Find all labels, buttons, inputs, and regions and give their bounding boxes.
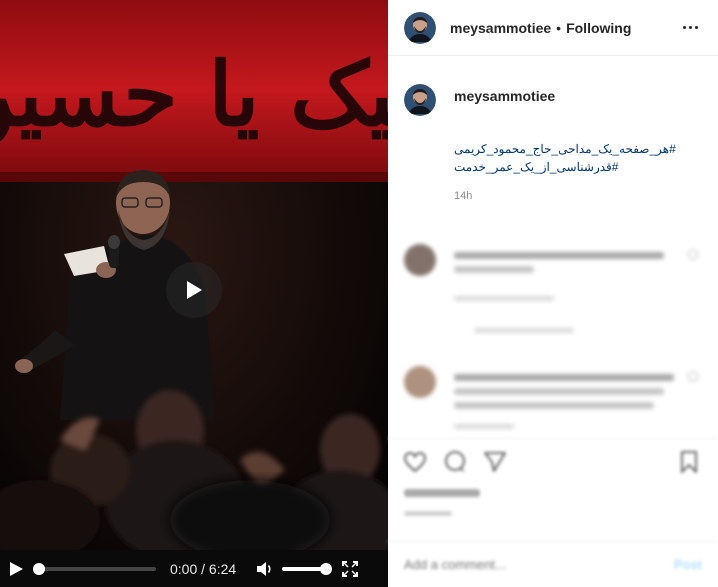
time-display: 0:00 / 6:24 — [170, 561, 236, 577]
following-button[interactable]: Following — [566, 20, 631, 36]
comment-item — [404, 366, 702, 436]
post-timestamp[interactable]: 14h — [454, 190, 704, 202]
comment-text — [454, 374, 674, 381]
play-overlay-button[interactable] — [166, 262, 222, 318]
post-actions — [388, 438, 718, 516]
current-time: 0:00 — [170, 560, 198, 577]
heart-icon[interactable] — [688, 372, 698, 381]
avatar[interactable] — [404, 11, 436, 44]
fullscreen-button[interactable] — [342, 560, 359, 577]
bookmark-icon — [681, 451, 697, 473]
volume-slider[interactable] — [282, 562, 333, 575]
post-panel: meysammotiee • Following meysammotiee #ه… — [388, 0, 718, 587]
hashtag-link[interactable]: #هر_صفحه_یک_مداحی_حاج_محمود_کریمی — [454, 140, 704, 158]
comment-text — [454, 252, 664, 259]
comment-avatar[interactable] — [404, 366, 436, 398]
caption-hashtags: #هر_صفحه_یک_مداحی_حاج_محمود_کریمی #قدرشن… — [454, 140, 704, 176]
avatar-image — [404, 11, 436, 44]
banner-text: لبیک یا حسین — [0, 42, 388, 148]
hashtag-link[interactable]: #قدرشناسی_از_یک_عمر_خدمت — [454, 158, 704, 176]
header-username[interactable]: meysammotiee — [450, 20, 551, 36]
comment-input[interactable] — [404, 557, 674, 572]
post-header: meysammotiee • Following — [388, 0, 718, 56]
share-button[interactable] — [482, 449, 508, 475]
caption: meysammotiee #هر_صفحه_یک_مداحی_حاج_محمود… — [404, 84, 704, 202]
share-plane-icon — [484, 452, 506, 472]
post-date — [404, 511, 452, 516]
add-comment-bar: Post — [388, 541, 718, 587]
play-icon — [187, 281, 202, 299]
progress-handle[interactable] — [33, 562, 45, 575]
comment-bubble-icon — [445, 451, 465, 472]
likes-count[interactable] — [404, 489, 480, 497]
play-icon — [10, 561, 23, 576]
caption-avatar[interactable] — [404, 84, 436, 116]
post-comment-button[interactable]: Post — [674, 557, 702, 572]
volume-handle[interactable] — [320, 562, 333, 575]
video-controls: 0:00 / 6:24 — [0, 550, 388, 587]
comment-text — [454, 266, 534, 273]
progress-slider[interactable] — [33, 562, 156, 575]
comment-meta — [454, 424, 514, 429]
comment-button[interactable] — [442, 449, 468, 475]
save-button[interactable] — [676, 449, 702, 475]
caption-username[interactable]: meysammotiee — [454, 88, 555, 104]
more-horizontal-icon — [683, 26, 686, 29]
comment-meta — [454, 296, 554, 301]
fullscreen-icon — [342, 560, 359, 577]
video-player[interactable]: لبیک یا حسین — [0, 0, 388, 587]
duration: 6:24 — [208, 560, 237, 577]
view-replies[interactable] — [474, 328, 574, 333]
mute-button[interactable] — [256, 561, 274, 577]
heart-icon — [404, 452, 426, 473]
avatar-image — [404, 84, 436, 116]
comment-avatar[interactable] — [404, 244, 436, 276]
more-options-button[interactable] — [679, 22, 702, 33]
comment-text — [454, 402, 654, 409]
comment-item — [404, 244, 702, 334]
heart-icon[interactable] — [688, 250, 698, 259]
play-button[interactable] — [8, 561, 24, 577]
comment-text — [454, 388, 664, 395]
volume-icon — [257, 561, 271, 576]
time-separator: / — [197, 560, 209, 577]
like-button[interactable] — [402, 449, 428, 475]
separator-dot: • — [556, 19, 562, 36]
